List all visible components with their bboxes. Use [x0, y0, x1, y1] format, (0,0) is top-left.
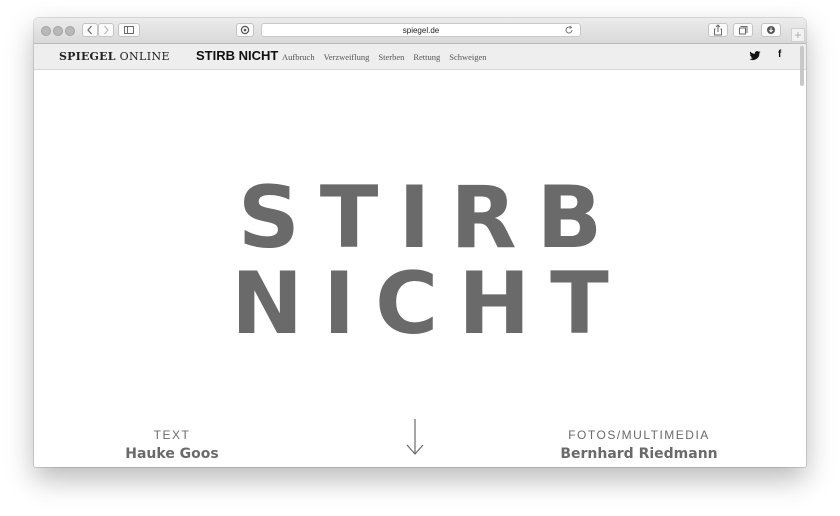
sidebar-icon [124, 26, 134, 34]
logo-bold: SPIEGEL [59, 50, 116, 63]
spiegel-online-logo[interactable]: SPIEGEL ONLINE [59, 50, 170, 63]
nav-link-sterben[interactable]: Sterben [378, 52, 404, 62]
scroll-down-arrow-icon[interactable] [405, 417, 425, 457]
chevron-left-icon [87, 25, 92, 35]
text-credit-role: TEXT [153, 428, 191, 442]
nav-link-verzweiflung[interactable]: Verzweiflung [324, 52, 370, 62]
tab-overview-button[interactable] [733, 23, 753, 37]
downloads-button[interactable] [761, 23, 781, 37]
site-navigation: SPIEGEL ONLINE STIRB NICHT Aufbruch Verz… [34, 44, 806, 70]
series-title-link[interactable]: STIRB NICHT [196, 48, 278, 63]
reload-icon[interactable] [564, 25, 574, 35]
page-scrollbar[interactable] [800, 46, 804, 86]
nav-link-rettung[interactable]: Rettung [413, 52, 440, 62]
nav-link-schweigen[interactable]: Schweigen [449, 52, 486, 62]
media-credit-name: Bernhard Riedmann [560, 446, 718, 462]
chapter-nav: Aufbruch Verzweiflung Sterben Rettung Sc… [282, 52, 487, 62]
back-button[interactable] [82, 23, 98, 37]
privacy-report-button[interactable] [236, 23, 254, 37]
media-credit: FOTOS/MULTIMEDIA Bernhard Riedmann [539, 428, 739, 462]
logo-light: ONLINE [115, 50, 170, 63]
browser-toolbar: spiegel.de [34, 18, 806, 44]
shield-icon [240, 25, 250, 35]
download-icon [767, 26, 775, 34]
share-icon [714, 24, 722, 36]
zoom-window-button[interactable] [65, 26, 75, 36]
chevron-right-icon [104, 25, 109, 35]
sidebar-button[interactable] [118, 23, 140, 37]
new-tab-button[interactable]: + [791, 28, 805, 42]
close-window-button[interactable] [41, 26, 51, 36]
address-bar-url: spiegel.de [402, 26, 440, 35]
nav-link-aufbruch[interactable]: Aufbruch [282, 52, 315, 62]
share-button[interactable] [708, 23, 728, 37]
address-bar[interactable]: spiegel.de [261, 23, 581, 37]
text-credit-name: Hauke Goos [125, 446, 219, 462]
minimize-window-button[interactable] [53, 26, 63, 36]
facebook-icon[interactable]: f [778, 49, 781, 60]
media-credit-role: FOTOS/MULTIMEDIA [568, 428, 710, 442]
browser-window: spiegel.de SPIEGEL ONLINE STIRB NICHT Au… [34, 18, 806, 467]
tabs-icon [739, 26, 748, 35]
hero-section: STIRB NICHT TEXT Hauke Goos FOTOS/MULTIM… [34, 70, 806, 467]
forward-button[interactable] [98, 23, 114, 37]
hero-headline: STIRB NICHT [231, 168, 629, 354]
twitter-icon[interactable] [749, 51, 761, 61]
text-credit: TEXT Hauke Goos [107, 428, 237, 462]
